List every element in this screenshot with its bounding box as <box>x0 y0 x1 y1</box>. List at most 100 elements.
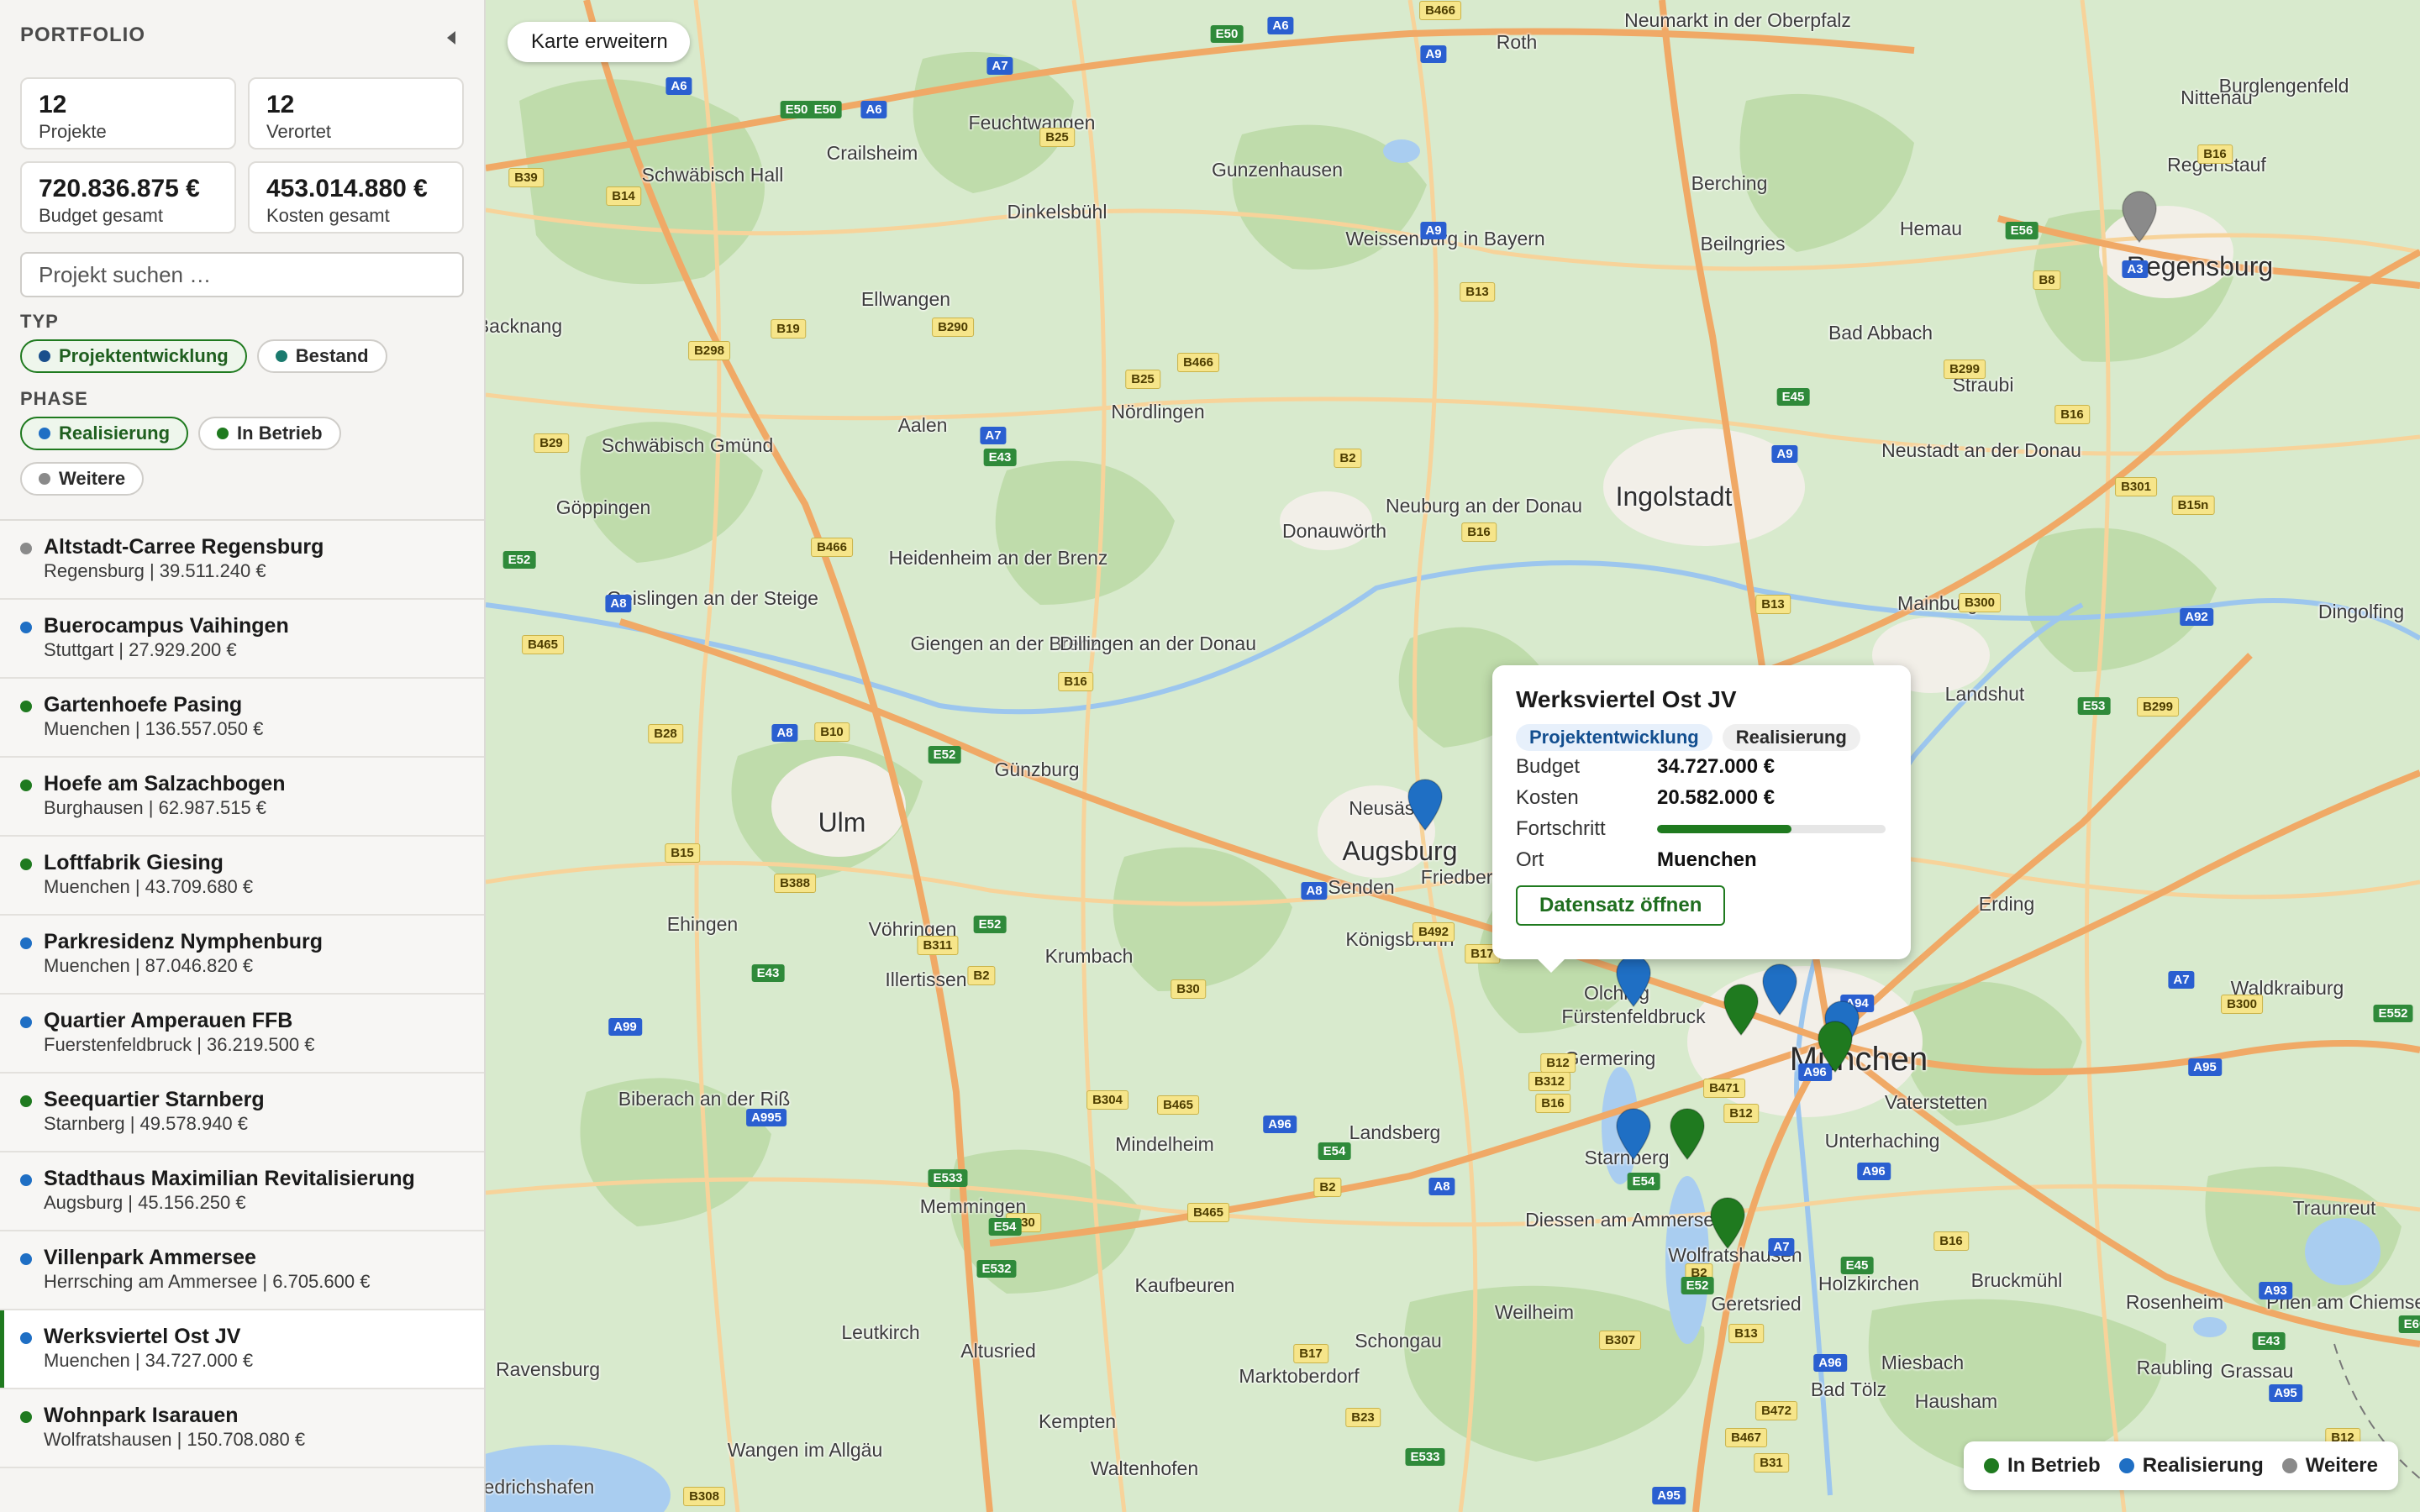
city-label: Aalen <box>897 414 948 436</box>
status-dot <box>39 350 50 362</box>
status-dot <box>20 1095 32 1107</box>
project-list-item[interactable]: Parkresidenz Nymphenburg Muenchen | 87.04… <box>0 916 484 995</box>
status-dot <box>1984 1458 1999 1473</box>
city-label: Bruckmühl <box>1970 1269 2063 1291</box>
city-label: Nittenau <box>2181 87 2253 108</box>
expand-map-button[interactable]: Karte erweitern <box>508 22 690 62</box>
status-dot <box>39 428 50 439</box>
city-label: Diessen am Ammersee <box>1525 1209 1725 1231</box>
legend-item: In Betrieb <box>1984 1454 2101 1478</box>
stat-value: 453.014.880 € <box>266 175 428 202</box>
project-list-item[interactable]: Villenpark Ammersee Herrsching am Ammerse… <box>0 1231 484 1310</box>
road-shield: A92 <box>2180 608 2213 626</box>
project-list-item[interactable]: Wohnpark Isarauen Wolfratshausen | 150.70… <box>0 1389 484 1468</box>
stat-label: Kosten gesamt <box>266 205 390 226</box>
road-shield: B17 <box>1293 1344 1328 1363</box>
popup-key: Kosten <box>1516 785 1579 809</box>
city-label: Dinkelsbühl <box>1007 201 1107 223</box>
legend-label: In Betrieb <box>2007 1454 2101 1477</box>
chip-realisierung[interactable]: Realisierung <box>20 417 189 450</box>
road-shield: B25 <box>1039 128 1075 147</box>
project-popup: Werksviertel Ost JV Projektentwicklung R… <box>1492 665 1911 973</box>
project-list-item[interactable]: Hoefe am Salzachbogen Burghausen | 62.987… <box>0 758 484 837</box>
city-label: Traunreut <box>2292 1197 2376 1219</box>
city-label: Ehingen <box>666 913 739 935</box>
marker-altstadt-carree[interactable] <box>2119 190 2160 244</box>
project-list: Altstadt-Carree Regensburg Regensburg | 3… <box>0 519 484 1468</box>
project-name: Gartenhoefe Pasing <box>44 693 243 717</box>
road-shield: B13 <box>1728 1324 1764 1343</box>
chip-bestand[interactable]: Bestand <box>256 339 387 373</box>
road-shield: B466 <box>1177 353 1219 372</box>
city-label: Neuburg an der Donau <box>1386 495 1582 517</box>
city-label: Ulm <box>818 807 866 837</box>
project-list-item[interactable]: Quartier Amperauen FFB Fuerstenfeldbruck … <box>0 995 484 1074</box>
road-shield: A9 <box>1771 445 1798 463</box>
chip-in-betrieb[interactable]: In Betrieb <box>198 417 341 450</box>
city-label: Grassau <box>2220 1360 2294 1382</box>
marker-gartenhoefe-pasing[interactable] <box>1721 983 1761 1037</box>
chip-projektentwicklung[interactable]: Projektentwicklung <box>20 339 247 373</box>
stat-label: Projekte <box>39 121 107 142</box>
marker-quartier-amperauen[interactable] <box>1613 954 1654 1008</box>
status-dot <box>2281 1458 2297 1473</box>
road-shield: A95 <box>2269 1384 2302 1402</box>
project-list-item[interactable]: Stadthaus Maximilian Revitalisierung Augs… <box>0 1152 484 1231</box>
status-dot <box>275 350 287 362</box>
road-shield: B13 <box>1460 282 1495 302</box>
marker-villenpark-ammersee[interactable] <box>1613 1107 1654 1161</box>
collapse-sidebar-button[interactable] <box>439 25 464 50</box>
status-dot <box>20 543 32 554</box>
city-label: Donauwörth <box>1281 520 1387 542</box>
project-list-item[interactable]: Seequartier Starnberg Starnberg | 49.578.… <box>0 1074 484 1152</box>
road-shield: E54 <box>1627 1173 1660 1190</box>
popup-key: Budget <box>1516 754 1581 778</box>
road-shield: B388 <box>774 874 816 893</box>
project-meta: Burghausen | 62.987.515 € <box>44 797 267 818</box>
road-shield: A99 <box>608 1018 642 1036</box>
stat-budget-gesamt: 720.836.875 € Budget gesamt <box>20 161 236 234</box>
marker-seequartier-starnberg[interactable] <box>1667 1107 1707 1161</box>
open-record-button[interactable]: Datensatz öffnen <box>1516 885 1726 926</box>
project-search-input[interactable] <box>20 252 464 297</box>
project-list-item[interactable]: Altstadt-Carree Regensburg Regensburg | 3… <box>0 521 484 600</box>
map-view[interactable]: Roth Neumarkt in der Oberpfalz Burglengenf… <box>486 0 2420 1512</box>
road-shield: A9 <box>1420 45 1447 63</box>
project-name: Quartier Amperauen FFB <box>44 1009 293 1032</box>
status-dot <box>20 1411 32 1423</box>
road-shield: B300 <box>2221 995 2263 1014</box>
road-shield: B12 <box>1540 1053 1576 1073</box>
project-list-item[interactable]: Gartenhoefe Pasing Muenchen | 136.557.050… <box>0 679 484 758</box>
marker-loftfabrik-giesing[interactable] <box>1815 1020 1855 1074</box>
road-shield: A995 <box>746 1109 786 1126</box>
project-name: Altstadt-Carree Regensburg <box>44 535 324 559</box>
city-label: Friedberg <box>1420 866 1504 888</box>
city-label: Hemau <box>1899 218 1963 239</box>
project-name: Buerocampus Vaihingen <box>44 614 289 638</box>
project-list-item[interactable]: Werksviertel Ost JV Muenchen | 34.727.000… <box>0 1310 484 1389</box>
road-shield: A6 <box>666 77 692 95</box>
road-shield: E532 <box>976 1260 1017 1278</box>
project-list-item[interactable]: Loftfabrik Giesing Muenchen | 43.709.680 … <box>0 837 484 916</box>
road-shield: A96 <box>1813 1354 1847 1372</box>
marker-parkresidenz-nymphenburg[interactable] <box>1760 963 1800 1016</box>
road-shield: E45 <box>1776 388 1810 406</box>
chip-weitere[interactable]: Weitere <box>20 462 145 496</box>
city-label: Mindelheim <box>1115 1133 1214 1155</box>
road-shield: E552 <box>2373 1005 2413 1022</box>
popup-value: 34.727.000 € <box>1657 754 1776 778</box>
city-label: Berching <box>1691 172 1768 194</box>
project-list-item[interactable]: Buerocampus Vaihingen Stuttgart | 27.929.… <box>0 600 484 679</box>
marker-wohnpark-isarauen[interactable] <box>1707 1196 1748 1250</box>
stat-kosten-gesamt: 453.014.880 € Kosten gesamt <box>248 161 464 234</box>
road-shield: B307 <box>1599 1331 1641 1350</box>
marker-stadthaus-maximilian[interactable] <box>1405 778 1445 832</box>
road-shield: A9 <box>1420 222 1447 239</box>
road-shield: A7 <box>980 427 1007 444</box>
status-dot <box>20 780 32 791</box>
road-shield: B39 <box>508 168 544 187</box>
road-shield: B16 <box>1535 1094 1570 1113</box>
road-shield: E54 <box>1318 1142 1351 1160</box>
popup-title: Werksviertel Ost JV <box>1516 686 1737 712</box>
road-shield: B304 <box>1086 1090 1128 1110</box>
